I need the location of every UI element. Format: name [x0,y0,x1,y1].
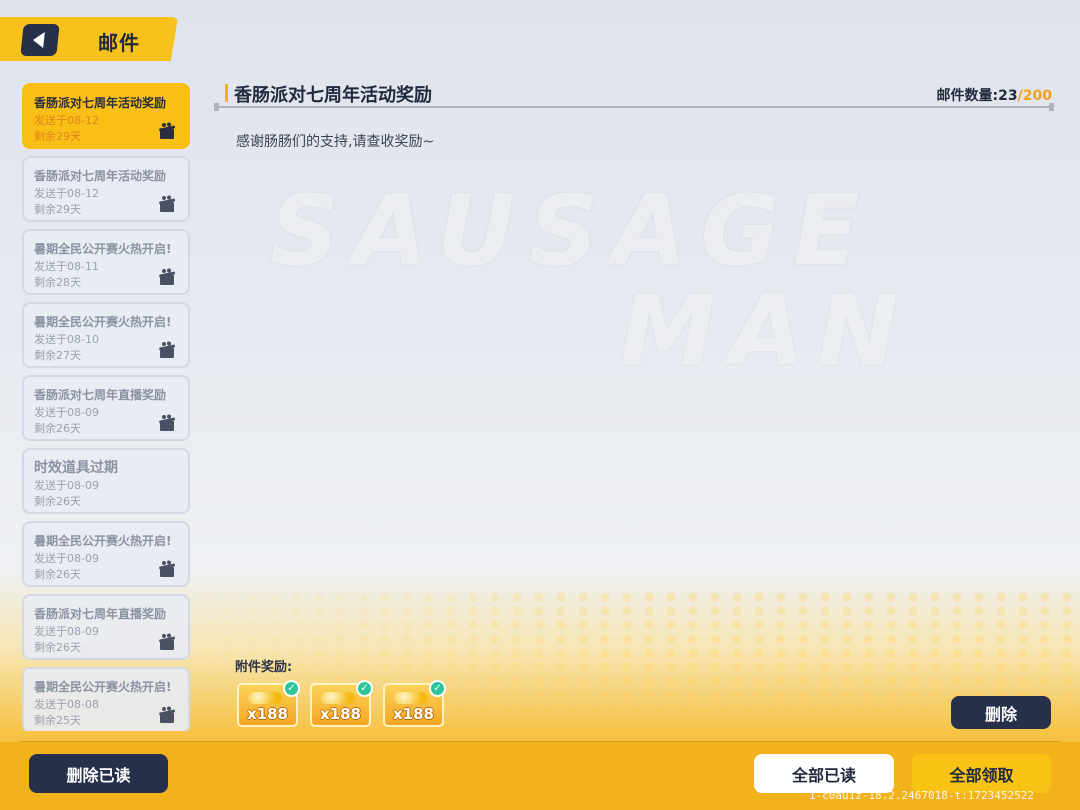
reward-item[interactable]: x188 ✓ [383,680,446,727]
mail-item-remaining: 剩余29天 [34,130,81,143]
mail-item-date: 发送于08-09 [34,406,99,419]
mail-count: 邮件数量:23/200 [937,85,1052,105]
mail-count-label: 邮件数量: [936,88,999,104]
mail-count-current: 23 [998,88,1018,104]
mail-item-title: 暑期全民公开赛火热开启! [34,242,172,256]
mail-item-remaining: 剩余28天 [34,276,81,289]
reward-quantity: x188 [320,705,361,723]
mail-list[interactable]: 香肠派对七周年活动奖励 发送于08-12 剩余29天 香肠派对七周年活动奖励 发送于08… [22,83,192,731]
gift-icon [159,706,176,723]
mail-item-date: 发送于08-09 [34,552,99,565]
mail-item-title: 时效道具过期 [34,460,118,476]
mail-list-item[interactable]: 香肠派对七周年活动奖励 发送于08-12 剩余29天 [22,83,190,149]
attachments-label: 附件奖励: [235,660,293,675]
gold-coins-icon [321,692,355,704]
reward-quantity: x188 [393,705,434,723]
back-arrow-icon [32,32,45,48]
claimed-check-icon: ✓ [356,680,373,697]
back-button[interactable] [20,24,60,56]
gold-coins-icon [248,692,282,704]
reward-item[interactable]: x188 ✓ [310,680,373,727]
mail-item-remaining: 剩余25天 [34,714,81,727]
mail-item-remaining: 剩余27天 [34,349,81,362]
mail-item-title: 暑期全民公开赛火热开启! [34,315,172,329]
mail-item-title: 香肠派对七周年直播奖励 [34,388,167,402]
mail-item-date: 发送于08-10 [34,333,99,346]
read-all-button[interactable]: 全部已读 [754,754,894,793]
delete-button[interactable]: 删除 [951,696,1051,729]
mail-list-item[interactable]: 香肠派对七周年直播奖励 发送于08-09 剩余26天 [22,594,190,660]
reward-quantity: x188 [247,705,288,723]
mail-item-date: 发送于08-09 [34,625,99,638]
build-info: 1-c0au1z-18.2.2467018-t:1723452522 [808,789,1034,802]
mail-item-date: 发送于08-11 [34,260,99,273]
gift-icon [159,633,176,650]
mail-count-max: 200 [1022,88,1052,104]
mail-item-date: 发送于08-08 [34,698,99,711]
watermark-line-1: SAUSAGE [270,175,873,287]
mail-item-date: 发送于08-09 [34,479,99,492]
sausage-man-watermark: SAUSAGE MAN [230,175,1070,415]
attachments-row: x188 ✓ x188 ✓ x188 ✓ [237,680,446,727]
gift-icon [159,341,176,358]
mail-list-item[interactable]: 香肠派对七周年活动奖励 发送于08-12 剩余29天 [22,156,190,222]
mail-body-text: 感谢肠肠们的支持,请查收奖励~ [236,134,435,150]
mail-item-remaining: 剩余26天 [34,422,81,435]
mail-item-title: 暑期全民公开赛火热开启! [34,534,172,548]
mail-item-remaining: 剩余29天 [34,203,81,216]
gold-coins-icon [394,692,428,704]
claimed-check-icon: ✓ [283,680,300,697]
mail-item-title: 暑期全民公开赛火热开启! [34,680,172,694]
mail-list-item[interactable]: 时效道具过期 发送于08-09 剩余26天 [22,448,190,514]
gift-icon [159,560,176,577]
mail-list-item[interactable]: 暑期全民公开赛火热开启! 发送于08-08 剩余25天 [22,667,190,731]
title-accent-bar [225,84,228,102]
title-divider [214,103,1054,111]
mail-item-title: 香肠派对七周年活动奖励 [34,96,167,110]
mail-item-title: 香肠派对七周年活动奖励 [34,169,167,183]
mail-item-remaining: 剩余26天 [34,495,81,508]
mail-item-title: 香肠派对七周年直播奖励 [34,607,167,621]
mail-title: 香肠派对七周年活动奖励 [234,85,432,106]
delete-read-button[interactable]: 删除已读 [29,754,168,793]
gift-icon [159,122,176,139]
watermark-line-2: MAN [620,275,913,387]
mail-list-item[interactable]: 暑期全民公开赛火热开启! 发送于08-11 剩余28天 [22,229,190,295]
mail-item-remaining: 剩余26天 [34,641,81,654]
mail-list-item[interactable]: 暑期全民公开赛火热开启! 发送于08-09 剩余26天 [22,521,190,587]
mail-item-remaining: 剩余26天 [34,568,81,581]
gift-icon [159,414,176,431]
mail-item-date: 发送于08-12 [34,114,99,127]
reward-item[interactable]: x188 ✓ [237,680,300,727]
gift-icon [159,268,176,285]
claim-all-button[interactable]: 全部领取 [912,754,1051,793]
page-title: 邮件 [98,31,140,55]
mail-list-item[interactable]: 暑期全民公开赛火热开启! 发送于08-10 剩余27天 [22,302,190,368]
claimed-check-icon: ✓ [429,680,446,697]
gift-icon [159,195,176,212]
mail-item-date: 发送于08-12 [34,187,99,200]
mail-list-item[interactable]: 香肠派对七周年直播奖励 发送于08-09 剩余26天 [22,375,190,441]
bottom-divider [20,741,1060,742]
